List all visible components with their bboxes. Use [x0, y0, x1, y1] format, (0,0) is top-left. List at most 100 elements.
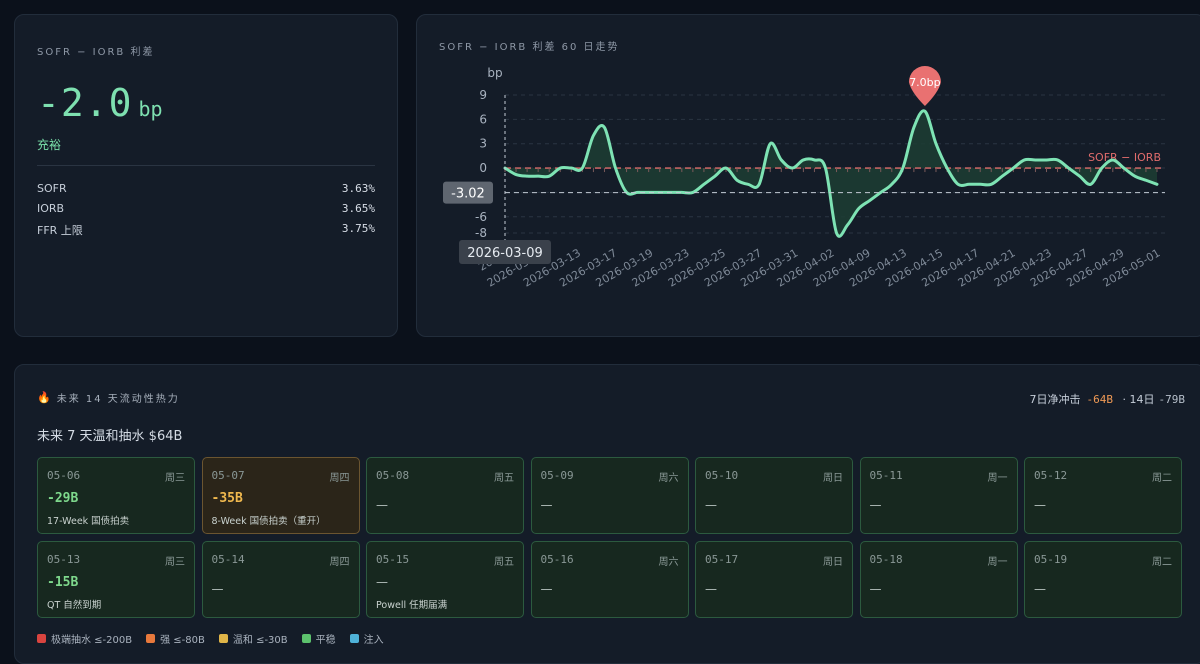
day-date: 05-14: [211, 553, 245, 566]
rate-value: 3.63%: [341, 182, 375, 195]
day-event: Powell 任期届满: [376, 600, 448, 611]
empty-dash: —: [376, 575, 388, 589]
day-cell[interactable]: 05-18 周一 —: [859, 541, 1018, 618]
day-cell[interactable]: 05-11 周一 —: [859, 457, 1018, 534]
legend-label: 平稳: [315, 635, 336, 646]
day-cell[interactable]: 05-07 周四 -35B 8-Week 国债拍卖（重开）: [201, 457, 360, 534]
chart-title: SOFR − IORB 利差 60 日走势: [439, 42, 620, 53]
day-amount: -15B: [47, 575, 79, 590]
area-fill: [505, 110, 1157, 237]
day-weekday: 周四: [329, 473, 350, 484]
cursor-x-date: 2026-03-09: [467, 246, 543, 261]
heat-title: 🔥 未来 14 天流动性热力: [37, 390, 180, 405]
empty-dash: —: [211, 582, 224, 596]
empty-dash: —: [705, 498, 717, 512]
day-grid: 05-06 周三 -29B 17-Week 国债拍卖 05-07 周四 -35B 8-Week…: [37, 457, 1187, 618]
liquidity-heat-card: 🔥 未来 14 天流动性热力 7日净冲击 -64B · 14日 -79B 未来 7 …: [14, 364, 1200, 664]
impact-7d-value: -64B: [1086, 393, 1114, 406]
empty-dash: —: [540, 582, 553, 596]
rate-label: FFR 上限: [37, 224, 83, 237]
legend-item: 强 ≤-80B: [146, 631, 205, 646]
day-cell[interactable]: 05-16 周六 —: [530, 541, 689, 618]
day-weekday: 周一: [987, 473, 1008, 484]
y-axis-label: bp: [487, 66, 502, 80]
spread-value: -2.0 bp: [37, 81, 163, 125]
divider: [37, 165, 375, 166]
day-cell[interactable]: 05-09 周六 —: [530, 457, 689, 534]
cursor-y-value: -3.02: [451, 187, 485, 202]
empty-dash: —: [376, 498, 388, 512]
rate-row-sofr: SOFR 3.63%: [37, 182, 375, 195]
legend-label: 温和 ≤-30B: [232, 635, 288, 646]
day-date: 05-13: [47, 553, 81, 566]
day-cell[interactable]: 05-19 周二 —: [1024, 541, 1182, 618]
legend-label: 极端抽水 ≤-200B: [51, 635, 133, 646]
y-tick-label: -8: [475, 226, 487, 240]
legend-swatch: [349, 634, 359, 643]
day-date: 05-06: [47, 469, 81, 482]
day-date: 05-08: [376, 469, 410, 482]
empty-dash: —: [1034, 498, 1046, 512]
day-weekday: 周二: [1152, 473, 1172, 484]
day-weekday: 周四: [329, 557, 350, 568]
day-date: 05-12: [1034, 469, 1068, 482]
legend-swatch: [301, 634, 311, 643]
y-tick-label: 9: [479, 88, 487, 102]
empty-dash: —: [705, 582, 717, 596]
y-tick-label: -6: [475, 210, 487, 224]
impact-14d-value: -79B: [1158, 393, 1186, 406]
heat-legend: 极端抽水 ≤-200B 强 ≤-80B 温和 ≤-30B 平稳 注入: [37, 631, 384, 646]
legend-swatch: [37, 634, 46, 643]
liquidity-status: 充裕: [37, 138, 62, 152]
day-weekday: 周三: [165, 557, 185, 568]
rate-value: 3.75%: [341, 222, 375, 235]
fire-icon: 🔥: [37, 391, 51, 404]
heat-subtitle: 未来 7 天温和抽水 $64B: [37, 429, 183, 444]
legend-label: 注入: [363, 635, 384, 646]
y-tick-label: 0: [479, 161, 487, 175]
impact-7d-label: 7日净冲击: [1029, 393, 1081, 406]
day-cell[interactable]: 05-14 周四 —: [201, 541, 360, 618]
day-weekday: 周日: [823, 557, 843, 568]
day-cell[interactable]: 05-13 周三 -15B QT 自然到期: [37, 541, 195, 618]
day-weekday: 周三: [165, 473, 185, 484]
spread-card: SOFR − IORB 利差 -2.0 bp 充裕 SOFR 3.63% IORB…: [14, 14, 398, 337]
rate-value: 3.65%: [341, 202, 375, 215]
legend-item: 温和 ≤-30B: [218, 631, 288, 646]
legend-label: 强 ≤-80B: [160, 635, 205, 646]
day-weekday: 周六: [658, 557, 679, 568]
rate-row-iorb: IORB 3.65%: [37, 202, 375, 215]
legend-item: 极端抽水 ≤-200B: [37, 631, 132, 646]
day-event: QT 自然到期: [47, 600, 102, 611]
rate-label: SOFR: [37, 182, 67, 195]
day-event: 17-Week 国债拍卖: [47, 516, 130, 527]
reference-label: SOFR − IORB: [1088, 151, 1161, 164]
net-impact: 7日净冲击 -64B · 14日 -79B: [1030, 391, 1186, 407]
day-weekday: 周二: [1152, 557, 1172, 568]
day-date: 05-16: [540, 553, 574, 566]
day-cell[interactable]: 05-15 周五 — Powell 任期届满: [366, 541, 524, 618]
rate-label: IORB: [37, 202, 65, 215]
day-date: 05-11: [869, 469, 903, 482]
day-date: 05-10: [705, 469, 739, 482]
day-date: 05-18: [869, 553, 903, 566]
day-cell[interactable]: 05-10 周日 —: [695, 457, 853, 534]
empty-dash: —: [869, 498, 882, 512]
day-cell[interactable]: 05-06 周三 -29B 17-Week 国债拍卖: [37, 457, 195, 534]
spread-value-number: -2.0: [37, 81, 133, 125]
day-cell[interactable]: 05-08 周五 —: [366, 457, 524, 534]
day-date: 05-09: [540, 469, 574, 482]
legend-item: 注入: [349, 631, 384, 646]
heat-title-text: 未来 14 天流动性热力: [56, 394, 180, 405]
spread-trend-chart[interactable]: bp9630-3-6-8SOFR − IORB-3.022026-2026-03…: [417, 15, 1200, 338]
day-cell[interactable]: 05-17 周日 —: [695, 541, 853, 618]
day-weekday: 周六: [658, 473, 679, 484]
day-event: 8-Week 国债拍卖（重开）: [211, 516, 326, 527]
empty-dash: —: [869, 582, 882, 596]
rate-row-ffr: FFR 上限 3.75%: [37, 222, 375, 238]
day-amount: -35B: [211, 491, 243, 506]
day-cell[interactable]: 05-12 周二 —: [1024, 457, 1182, 534]
day-date: 05-17: [705, 553, 739, 566]
legend-item: 平稳: [301, 631, 336, 646]
day-amount: -29B: [47, 491, 79, 506]
